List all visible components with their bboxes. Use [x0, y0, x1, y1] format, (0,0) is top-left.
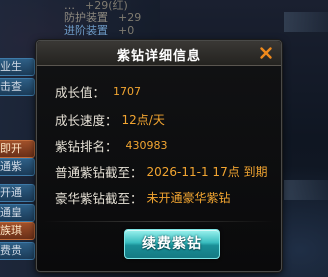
- purple-diamond-dialog: 紫钻详细信息 成长值： 1707 成长速度： 12点/天 紫钻排名： 430983 普…: [36, 40, 282, 272]
- background-side-button[interactable]: 费贵: [0, 242, 35, 260]
- info-label: 成长值：: [55, 85, 106, 100]
- background-side-button[interactable]: 通紫: [0, 158, 35, 176]
- dialog-title: 紫钻详细信息: [116, 49, 201, 64]
- info-list: 成长值： 1707 成长速度： 12点/天 紫钻排名： 430983 普通紫钻截至： 2…: [43, 69, 275, 219]
- dialog-header: 紫钻详细信息: [37, 41, 281, 66]
- info-value: 12点/天: [121, 113, 165, 127]
- info-label: 成长速度：: [55, 113, 118, 128]
- background-side-button[interactable]: 即开: [0, 140, 35, 158]
- divider: [43, 221, 275, 222]
- close-button[interactable]: [257, 44, 275, 62]
- renew-purple-diamond-button[interactable]: 续费紫钻: [124, 229, 220, 259]
- background-side-button[interactable]: 通皇: [0, 204, 35, 222]
- renew-button-label: 续费紫钻: [142, 236, 202, 252]
- info-value: 1707: [113, 85, 142, 98]
- info-row-normal-expiry: 普通紫钻截至： 2026-11-1 17点 到期: [55, 161, 268, 180]
- background-right-strip: [284, 12, 328, 32]
- close-icon: [260, 47, 272, 59]
- background-side-button[interactable]: 业生: [0, 58, 35, 76]
- info-value: 未开通豪华紫钻: [146, 191, 231, 205]
- background-side-button[interactable]: 开通: [0, 184, 35, 202]
- info-row-luxury-expiry: 豪华紫钻截至： 未开通豪华紫钻: [55, 187, 231, 206]
- background-right-strip: [284, 180, 328, 200]
- info-row-ranking: 紫钻排名： 430983: [55, 135, 168, 154]
- info-label: 紫钻排名：: [55, 139, 118, 154]
- background-side-button[interactable]: 族琪: [0, 222, 35, 240]
- info-row-growth-value: 成长值： 1707: [55, 81, 142, 100]
- background-stat-row: 进阶装置 +0: [64, 24, 135, 37]
- info-value: 2026-11-1 17点 到期: [146, 165, 268, 179]
- info-row-growth-speed: 成长速度： 12点/天: [55, 109, 165, 128]
- background-side-button[interactable]: 击查: [0, 78, 35, 96]
- info-label: 普通紫钻截至：: [55, 165, 143, 180]
- info-label: 豪华紫钻截至：: [55, 191, 143, 206]
- info-value: 430983: [125, 139, 168, 152]
